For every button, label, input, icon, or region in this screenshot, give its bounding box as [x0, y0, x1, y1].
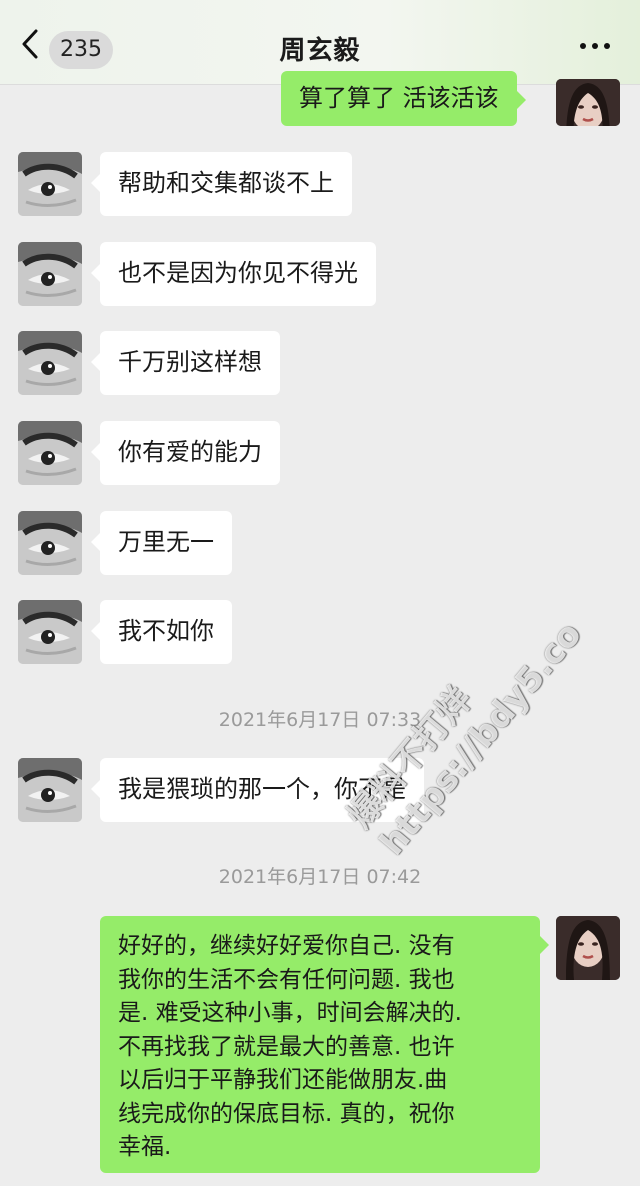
avatar-contact[interactable]	[18, 421, 82, 485]
message-bubble-outgoing[interactable]: 好好的，继续好好爱你自己. 没有 我你的生活不会有任何问题. 我也 是. 难受这…	[100, 916, 549, 1173]
message-bubble-incoming[interactable]: 万里无一	[91, 511, 232, 575]
avatar-woman-icon	[556, 916, 620, 980]
message-bubble-incoming[interactable]: 帮助和交集都谈不上	[91, 152, 352, 216]
avatar-contact[interactable]	[18, 511, 82, 575]
message-list[interactable]: 算了算了 活该活该 帮助和交集都谈不上 也不是因为你见不得光 千万别这样想 你有…	[0, 71, 640, 1186]
message-timestamp: 2021年6月17日 07:42	[218, 866, 422, 888]
ellipsis-icon	[580, 43, 586, 49]
message-bubble-incoming[interactable]: 你有爱的能力	[91, 421, 280, 485]
avatar-contact[interactable]	[18, 242, 82, 306]
avatar-contact[interactable]	[18, 600, 82, 664]
message-line: 线完成你的保底目标. 真的，祝你	[118, 1100, 455, 1127]
ellipsis-icon	[604, 43, 610, 49]
chat-title: 周玄毅	[279, 36, 361, 66]
message-line: 幸福.	[118, 1134, 172, 1160]
message-line: 好好的，继续好好爱你自己. 没有	[118, 933, 455, 959]
message-line: 我你的生活不会有任何问题. 我也	[118, 966, 455, 993]
avatar-eye-icon	[18, 511, 82, 575]
ellipsis-icon	[592, 43, 598, 49]
message-bubble-outgoing[interactable]: 算了算了 活该活该	[281, 71, 526, 126]
avatar-eye-icon	[18, 758, 82, 822]
more-options-button[interactable]	[580, 40, 610, 52]
avatar-woman-icon	[556, 79, 620, 126]
message-line: 是. 难受这种小事，时间会解决的.	[118, 1000, 462, 1026]
avatar-eye-icon	[18, 331, 82, 395]
message-line: 以后归于平静我们还能做朋友.曲	[118, 1067, 448, 1093]
avatar-eye-icon	[18, 242, 82, 306]
avatar-contact[interactable]	[18, 331, 82, 395]
avatar-self[interactable]	[556, 916, 620, 980]
message-line: 不再找我了就是最大的善意. 也许	[118, 1033, 455, 1060]
avatar-eye-icon	[18, 600, 82, 664]
message-bubble-incoming[interactable]: 我不如你	[91, 600, 232, 664]
avatar-eye-icon	[18, 421, 82, 485]
message-timestamp: 2021年6月17日 07:33	[218, 709, 422, 731]
message-bubble-incoming[interactable]: 千万别这样想	[91, 331, 280, 395]
message-bubble-incoming[interactable]: 也不是因为你见不得光	[91, 242, 376, 306]
avatar-contact[interactable]	[18, 152, 82, 216]
message-bubble-incoming[interactable]: 我是猥琐的那一个，你不是	[91, 758, 424, 822]
avatar-eye-icon	[18, 152, 82, 216]
avatar-self[interactable]	[556, 79, 620, 126]
avatar-contact[interactable]	[18, 758, 82, 822]
